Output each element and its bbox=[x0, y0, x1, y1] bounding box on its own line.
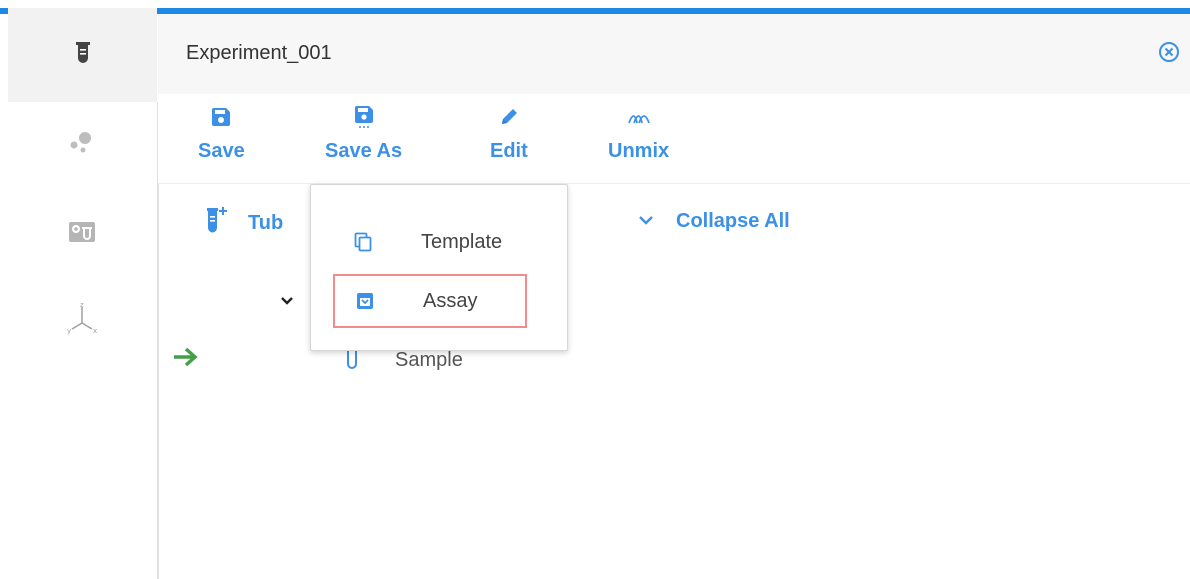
add-tubes-button[interactable]: Tub bbox=[206, 206, 283, 241]
menu-item-template[interactable]: Template bbox=[333, 215, 527, 269]
chevron-down-icon bbox=[638, 213, 654, 231]
save-as-button[interactable]: Save As bbox=[325, 104, 402, 163]
svg-text:x: x bbox=[93, 327, 97, 335]
pencil-icon bbox=[496, 104, 522, 130]
instrument-settings-icon bbox=[67, 219, 97, 250]
menu-item-assay[interactable]: Assay bbox=[333, 274, 527, 328]
save-label: Save bbox=[198, 140, 245, 162]
assay-save-icon bbox=[353, 289, 377, 313]
edit-button[interactable]: Edit bbox=[490, 104, 528, 163]
svg-text:y: y bbox=[67, 327, 71, 335]
copy-icon bbox=[351, 230, 375, 254]
add-tube-icon bbox=[206, 206, 228, 241]
edit-label: Edit bbox=[490, 140, 528, 162]
unmix-button[interactable]: Unmix bbox=[608, 104, 669, 163]
rail-item-instrument[interactable] bbox=[8, 194, 155, 274]
current-row-indicator bbox=[172, 346, 200, 368]
xyz-axes-icon: z y x bbox=[65, 301, 99, 340]
tree-expand-toggle[interactable] bbox=[278, 292, 296, 310]
close-button[interactable] bbox=[1158, 41, 1180, 63]
unmix-label: Unmix bbox=[608, 140, 670, 162]
rail-item-experiment[interactable] bbox=[8, 8, 157, 102]
svg-text:z: z bbox=[80, 301, 84, 309]
test-tube-icon bbox=[74, 41, 92, 70]
sample-label: Sample bbox=[395, 349, 463, 371]
collapse-all-label: Collapse All bbox=[676, 210, 790, 232]
collapse-all-button[interactable]: Collapse All bbox=[638, 210, 790, 233]
menu-item-label: Template bbox=[421, 230, 503, 253]
save-button[interactable]: Save bbox=[198, 104, 245, 163]
rail-item-axes[interactable]: z y x bbox=[8, 280, 155, 360]
experiment-header: Experiment_001 bbox=[158, 14, 1190, 94]
save-as-menu: Template Assay bbox=[310, 184, 568, 351]
page-title: Experiment_001 bbox=[186, 42, 332, 64]
save-as-label: Save As bbox=[325, 140, 403, 162]
tubes-label: Tub bbox=[248, 212, 284, 234]
chevron-down-icon bbox=[278, 297, 296, 314]
floppy-disk-icon bbox=[208, 104, 234, 130]
rail-item-dots[interactable] bbox=[8, 104, 155, 184]
save-as-icon bbox=[351, 104, 377, 130]
menu-item-label: Assay bbox=[423, 289, 478, 312]
unmix-peaks-icon bbox=[626, 104, 652, 130]
dots-cluster-icon bbox=[67, 129, 97, 160]
arrow-right-icon bbox=[172, 347, 200, 372]
toolbar: Save Save As Edit Unmix bbox=[158, 94, 1190, 184]
close-circle-icon bbox=[1158, 42, 1180, 67]
